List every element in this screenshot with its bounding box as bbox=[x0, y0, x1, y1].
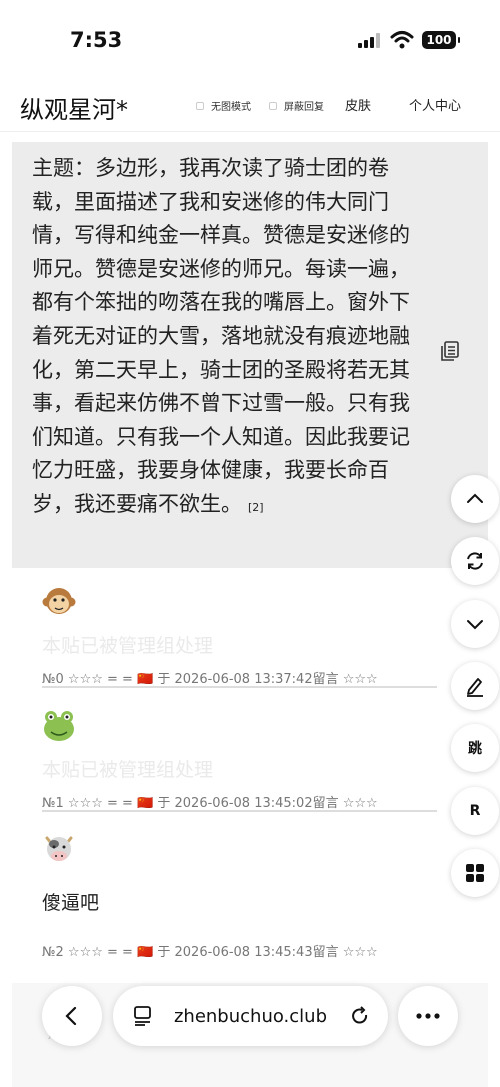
profile-link[interactable]: 个人中心 bbox=[409, 95, 461, 114]
no-image-checkbox[interactable] bbox=[196, 101, 204, 110]
comment-text: 傻逼吧 bbox=[42, 892, 100, 914]
back-button[interactable] bbox=[42, 986, 102, 1046]
status-bar: 7:53 100 bbox=[0, 0, 500, 80]
comment-item: 本贴已被管理组处理 №0 ☆☆☆ = = 🇨🇳 于 2026-06-08 13:… bbox=[42, 585, 437, 687]
chevron-up-icon bbox=[467, 493, 483, 503]
site-title[interactable]: 纵观星河* bbox=[20, 90, 128, 125]
wifi-icon bbox=[390, 31, 414, 49]
ellipsis-icon bbox=[416, 1013, 440, 1019]
scroll-up-button[interactable] bbox=[451, 475, 499, 523]
comment-item: 傻逼吧 №2 ☆☆☆ = = 🇨🇳 于 2026-06-08 13:45:43留… bbox=[42, 832, 437, 960]
url-text: zhenbuchuo.club bbox=[173, 1005, 328, 1027]
post-body: 主题：多边形，我再次读了骑士团的卷载，里面描述了我和安迷修的伟大同门情，写得和纯… bbox=[32, 152, 422, 525]
citation-link[interactable]: [2] bbox=[248, 501, 264, 514]
comment-text: 本贴已被管理组处理 bbox=[42, 759, 214, 781]
jump-button[interactable]: 跳 bbox=[451, 724, 499, 772]
address-bar[interactable]: zhenbuchuo.club bbox=[113, 986, 388, 1046]
block-reply-checkbox[interactable] bbox=[269, 101, 277, 110]
battery-indicator: 100 bbox=[422, 31, 460, 49]
reader-icon[interactable] bbox=[133, 1005, 153, 1027]
grid-menu-button[interactable] bbox=[451, 849, 499, 897]
pen-icon bbox=[467, 678, 483, 697]
chevron-down-icon bbox=[467, 620, 483, 630]
signal-icon bbox=[358, 33, 382, 48]
chevron-left-icon bbox=[65, 1006, 77, 1026]
write-reply-button[interactable] bbox=[451, 662, 499, 710]
site-header: 纵观星河* 无图模式 屏蔽回复 皮肤 个人中心 bbox=[0, 80, 500, 132]
no-image-label: 无图模式 bbox=[211, 102, 251, 113]
reload-icon[interactable] bbox=[349, 1005, 371, 1027]
monkey-avatar-icon bbox=[42, 588, 76, 614]
scroll-down-button[interactable] bbox=[451, 600, 499, 648]
grid-icon bbox=[466, 864, 484, 882]
divider bbox=[42, 810, 437, 812]
block-reply-label: 屏蔽回复 bbox=[284, 102, 324, 113]
refresh-icon bbox=[467, 552, 483, 570]
comment-meta: №0 ☆☆☆ = = 🇨🇳 于 2026-06-08 13:37:42留言 ☆☆… bbox=[42, 672, 378, 687]
main-post: 主题：多边形，我再次读了骑士团的卷载，里面描述了我和安迷修的伟大同门情，写得和纯… bbox=[12, 142, 488, 568]
skin-link[interactable]: 皮肤 bbox=[345, 95, 371, 114]
reply-r-button[interactable]: R bbox=[451, 787, 499, 835]
comment-meta: №1 ☆☆☆ = = 🇨🇳 于 2026-06-08 13:45:02留言 ☆☆… bbox=[42, 796, 378, 811]
comment-text: 本贴已被管理组处理 bbox=[42, 635, 214, 657]
refresh-button[interactable] bbox=[451, 537, 499, 585]
more-options-button[interactable] bbox=[398, 986, 458, 1046]
cow-avatar-icon bbox=[45, 836, 73, 861]
status-time: 7:53 bbox=[70, 28, 123, 52]
block-reply-toggle[interactable]: 屏蔽回复 bbox=[269, 98, 324, 113]
copy-icon[interactable] bbox=[439, 340, 461, 362]
comment-meta: №2 ☆☆☆ = = 🇨🇳 于 2026-06-08 13:45:43留言 ☆☆… bbox=[42, 945, 378, 960]
no-image-toggle[interactable]: 无图模式 bbox=[196, 98, 251, 113]
post-text: 主题：多边形，我再次读了骑士团的卷载，里面描述了我和安迷修的伟大同门情，写得和纯… bbox=[32, 156, 410, 516]
divider bbox=[42, 686, 437, 688]
comment-item: 本贴已被管理组处理 №1 ☆☆☆ = = 🇨🇳 于 2026-06-08 13:… bbox=[42, 709, 437, 811]
frog-avatar-icon bbox=[44, 711, 74, 741]
